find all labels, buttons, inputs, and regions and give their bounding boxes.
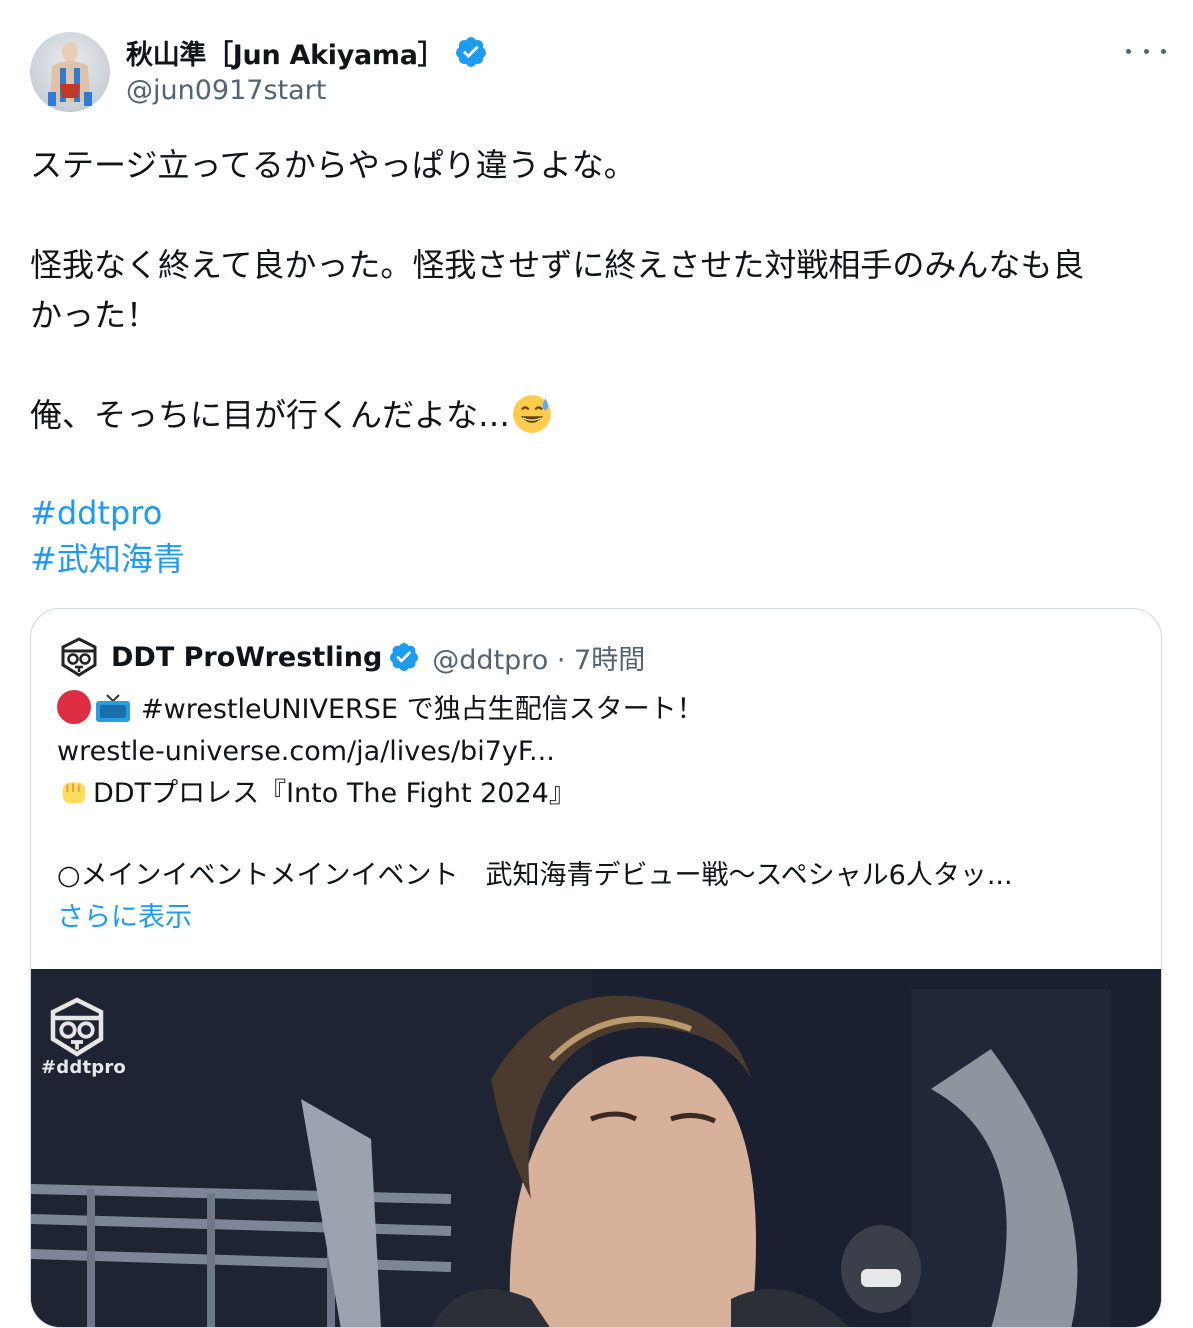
quoted-line: DDTプロレス『Into The Fight 2024』 [57, 773, 1137, 815]
quoted-header: DDT ProWrestling @ddtpro · 7時間 [59, 637, 645, 677]
quoted-media-image[interactable]: #ddtpro [31, 969, 1161, 1327]
tweet-line: 俺、そっちに目が行くんだよな… [30, 390, 1165, 440]
hashtag-link[interactable]: #ddtpro [30, 490, 1165, 536]
quoted-link[interactable]: wrestle-universe.com/ja/lives/bi7yF... [57, 731, 1137, 773]
hashtag-link[interactable]: #武知海青 [30, 536, 1165, 582]
quoted-line: ○メインイベントメインイベント 武知海青デビュー戦～スペシャル6人タッ... [57, 860, 1013, 891]
quoted-tweet-card[interactable]: DDT ProWrestling @ddtpro · 7時間 #wrestleU… [30, 608, 1162, 1328]
quoted-handle-time[interactable]: @ddtpro · 7時間 [432, 638, 645, 677]
avatar-image [48, 42, 92, 106]
verified-badge-icon [390, 643, 419, 671]
ddt-logo-icon [61, 637, 97, 677]
author-display-name[interactable]: 秋山準［Jun Akiyama］ [126, 33, 445, 72]
tv-emoji [96, 694, 130, 722]
fist-emoji [62, 782, 86, 804]
author-name-row[interactable]: 秋山準［Jun Akiyama］ [126, 30, 488, 74]
tweet-line: ステージ立ってるからやっぱり違うよな。 [30, 146, 636, 184]
tweet-line: かった！ [30, 296, 159, 334]
tweet-body: ステージ立ってるからやっぱり違うよな。 怪我なく終えて良かった。怪我させずに終え… [30, 140, 1165, 582]
verified-badge-icon [456, 37, 487, 67]
quoted-display-name[interactable]: DDT ProWrestling [111, 642, 382, 673]
quoted-line: #wrestleUNIVERSE で独占生配信スタート！ [57, 689, 1137, 731]
media-hashtag-watermark: #ddtpro [41, 1057, 126, 1078]
quoted-body: #wrestleUNIVERSE で独占生配信スタート！ wrestle-uni… [57, 689, 1137, 939]
red-circle-emoji [57, 690, 91, 724]
show-more-link[interactable]: さらに表示 [57, 897, 1137, 939]
sweat-smile-emoji [513, 395, 551, 433]
author-handle[interactable]: @jun0917start [126, 75, 326, 106]
ddt-logo-icon [50, 997, 104, 1057]
author-avatar[interactable] [30, 32, 110, 112]
tweet-line: 怪我なく終えて良かった。怪我させずに終えさせた対戦相手のみんなも良 [30, 246, 1085, 284]
more-icon[interactable] [1126, 36, 1166, 66]
media-photo [31, 969, 1161, 1327]
